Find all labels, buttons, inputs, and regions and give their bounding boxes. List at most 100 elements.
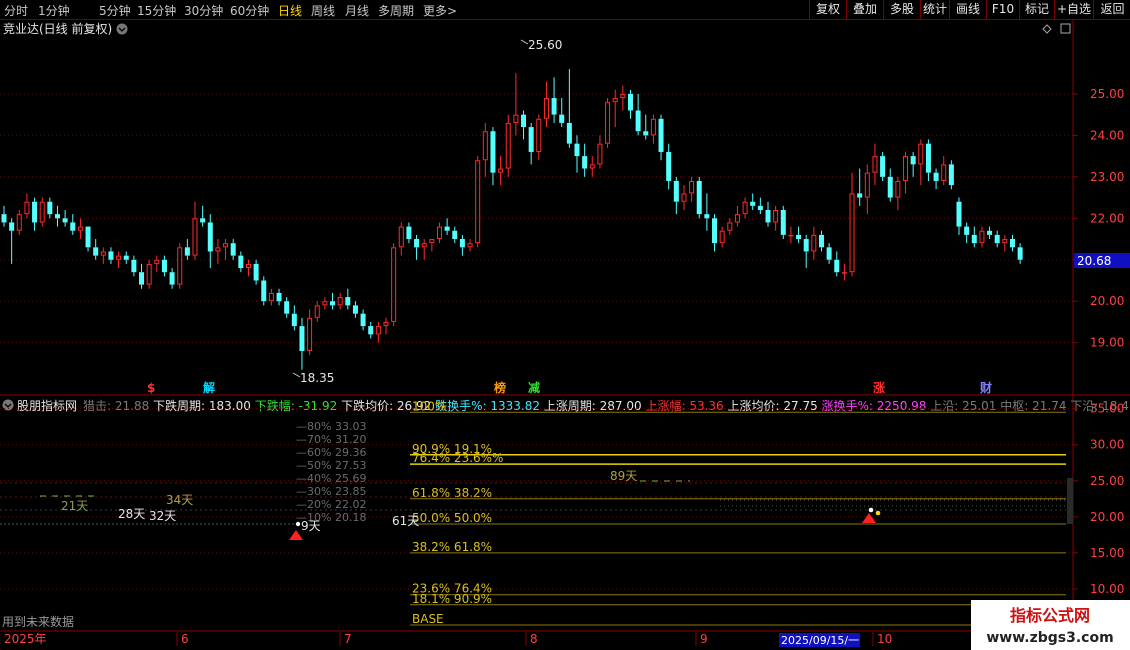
- tab-weekly[interactable]: 周线: [311, 2, 335, 19]
- candle[interactable]: [880, 151, 886, 181]
- candle[interactable]: [681, 185, 687, 210]
- candle[interactable]: [589, 156, 595, 177]
- scroll-handle[interactable]: [1067, 478, 1073, 524]
- event-mark[interactable]: 解: [203, 380, 215, 395]
- candle[interactable]: [314, 301, 320, 322]
- candle[interactable]: [574, 135, 580, 173]
- candle[interactable]: [666, 143, 672, 190]
- candle[interactable]: [933, 168, 939, 190]
- diamond-icon[interactable]: [1042, 24, 1052, 34]
- candle[interactable]: [245, 259, 251, 277]
- candle[interactable]: [979, 226, 985, 248]
- candle[interactable]: [796, 226, 802, 244]
- event-mark[interactable]: 榜: [494, 380, 506, 395]
- candle[interactable]: [330, 292, 336, 310]
- candle[interactable]: [184, 239, 190, 260]
- indicator-name[interactable]: 股朋指标网: [17, 398, 77, 413]
- candle[interactable]: [200, 205, 206, 227]
- candle[interactable]: [9, 218, 15, 264]
- candle[interactable]: [811, 226, 817, 260]
- candle[interactable]: [16, 210, 22, 235]
- candle[interactable]: [375, 321, 381, 343]
- candle[interactable]: [773, 205, 779, 231]
- candle[interactable]: [131, 255, 137, 277]
- candle[interactable]: [765, 201, 771, 227]
- back-button[interactable]: 返回: [1093, 0, 1130, 19]
- candle[interactable]: [108, 247, 114, 264]
- candle[interactable]: [161, 255, 167, 277]
- candle[interactable]: [742, 197, 748, 219]
- candle[interactable]: [498, 156, 504, 186]
- candle[interactable]: [490, 127, 496, 186]
- candle[interactable]: [704, 193, 710, 231]
- candle[interactable]: [1017, 243, 1023, 264]
- candle[interactable]: [444, 218, 450, 235]
- chart-area[interactable]: 25.0024.0023.0022.0021.0020.0019.00 竞业达(…: [0, 20, 1130, 650]
- candle[interactable]: [54, 205, 60, 227]
- candle[interactable]: [635, 93, 641, 136]
- candle[interactable]: [696, 176, 702, 219]
- candle[interactable]: [956, 197, 962, 235]
- candle[interactable]: [398, 222, 404, 256]
- candle[interactable]: [803, 234, 809, 269]
- candle[interactable]: [872, 143, 878, 186]
- candle[interactable]: [139, 263, 145, 289]
- candle[interactable]: [620, 85, 626, 111]
- candle[interactable]: [93, 239, 99, 260]
- candle[interactable]: [307, 309, 313, 356]
- tab-minute-chart[interactable]: 分时: [4, 2, 28, 19]
- tab-daily[interactable]: 日线: [278, 2, 302, 19]
- candle[interactable]: [513, 73, 519, 136]
- candle[interactable]: [77, 218, 83, 240]
- candle[interactable]: [834, 251, 840, 277]
- candle[interactable]: [62, 210, 68, 227]
- candle[interactable]: [429, 239, 435, 252]
- event-mark[interactable]: 涨: [873, 380, 885, 395]
- candle[interactable]: [32, 197, 38, 231]
- candle[interactable]: [605, 98, 611, 148]
- candle[interactable]: [734, 205, 740, 227]
- candle[interactable]: [673, 176, 679, 215]
- candle[interactable]: [436, 222, 442, 244]
- tab-60min[interactable]: 60分钟: [230, 2, 269, 19]
- candle[interactable]: [169, 268, 175, 289]
- candle[interactable]: [818, 230, 824, 252]
- event-mark[interactable]: 减: [528, 380, 540, 395]
- candle[interactable]: [467, 239, 473, 252]
- candle[interactable]: [352, 301, 358, 318]
- tab-monthly[interactable]: 月线: [345, 2, 369, 19]
- candle[interactable]: [24, 193, 30, 219]
- candle[interactable]: [925, 139, 931, 181]
- candle[interactable]: [261, 276, 267, 306]
- candle[interactable]: [903, 151, 909, 194]
- add-watchlist-button[interactable]: +自选: [1054, 0, 1093, 19]
- candle[interactable]: [719, 226, 725, 248]
- candle[interactable]: [192, 201, 198, 260]
- candle[interactable]: [750, 193, 756, 210]
- candle[interactable]: [521, 110, 527, 140]
- overlay-button[interactable]: 叠加: [846, 0, 883, 19]
- candle[interactable]: [566, 69, 572, 148]
- candle[interactable]: [895, 176, 901, 210]
- candle[interactable]: [1, 205, 7, 227]
- candle[interactable]: [910, 151, 916, 177]
- candle[interactable]: [971, 226, 977, 248]
- candle[interactable]: [941, 156, 947, 186]
- candle[interactable]: [948, 160, 954, 190]
- candle[interactable]: [383, 317, 389, 335]
- candle[interactable]: [658, 114, 664, 161]
- candle[interactable]: [857, 168, 863, 206]
- candle[interactable]: [612, 89, 618, 128]
- tab-more[interactable]: 更多>: [423, 2, 457, 19]
- candle[interactable]: [268, 288, 274, 306]
- candle[interactable]: [505, 114, 511, 177]
- multi-stock-button[interactable]: 多股: [883, 0, 920, 19]
- candle[interactable]: [689, 176, 695, 202]
- candle[interactable]: [528, 122, 534, 165]
- candle[interactable]: [650, 114, 656, 144]
- candle[interactable]: [536, 114, 542, 161]
- candle[interactable]: [788, 226, 794, 244]
- candle[interactable]: [230, 239, 236, 260]
- candle[interactable]: [597, 135, 603, 169]
- candle[interactable]: [406, 222, 412, 244]
